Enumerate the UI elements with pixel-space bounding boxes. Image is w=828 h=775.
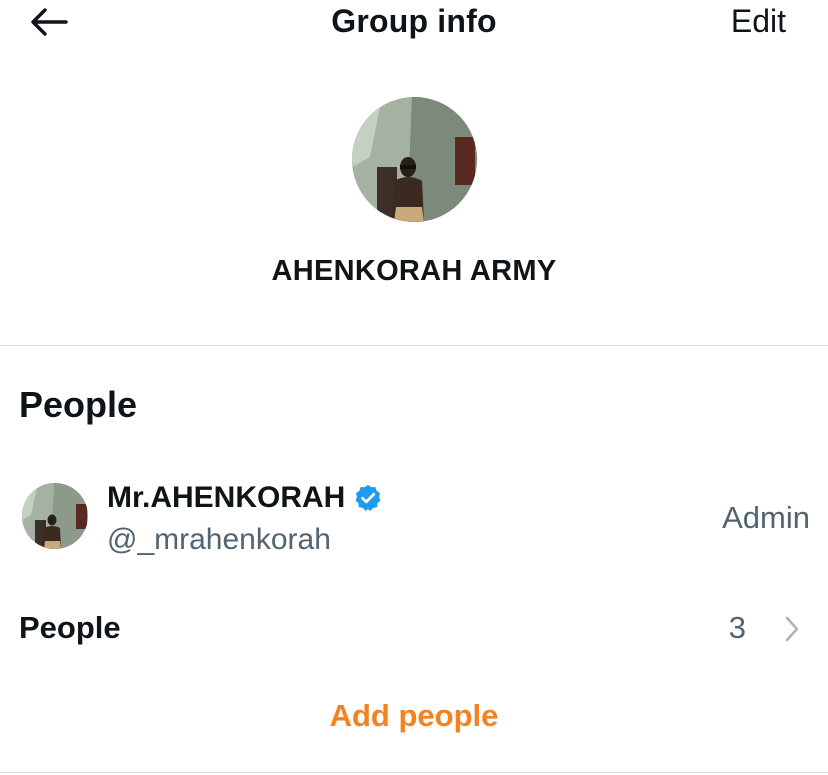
member-photo bbox=[22, 483, 88, 549]
verified-badge-icon bbox=[355, 484, 381, 511]
people-section-title: People bbox=[19, 384, 138, 425]
edit-button[interactable]: Edit bbox=[731, 3, 786, 40]
section-divider bbox=[0, 345, 828, 346]
member-row[interactable]: Mr.AHENKORAH @_mrahenkorah Admin bbox=[0, 470, 828, 566]
people-row-label: People bbox=[19, 610, 121, 645]
people-count: 3 bbox=[728, 610, 746, 645]
top-bar: Group info Edit bbox=[0, 0, 828, 46]
avatar bbox=[22, 483, 88, 549]
member-name-line: Mr.AHENKORAH bbox=[107, 481, 383, 515]
add-people-button[interactable]: Add people bbox=[0, 698, 828, 734]
member-name: Mr.AHENKORAH bbox=[107, 481, 346, 514]
page-title: Group info bbox=[331, 3, 497, 39]
group-avatar[interactable] bbox=[352, 97, 477, 222]
bottom-divider bbox=[0, 772, 828, 773]
member-role-admin: Admin bbox=[722, 500, 810, 535]
people-count-row[interactable]: People 3 bbox=[0, 598, 828, 660]
group-name: AHENKORAH ARMY bbox=[271, 255, 557, 287]
chevron-right-icon bbox=[785, 616, 799, 642]
group-photo bbox=[352, 97, 477, 222]
member-handle: @_mrahenkorah bbox=[107, 523, 331, 556]
